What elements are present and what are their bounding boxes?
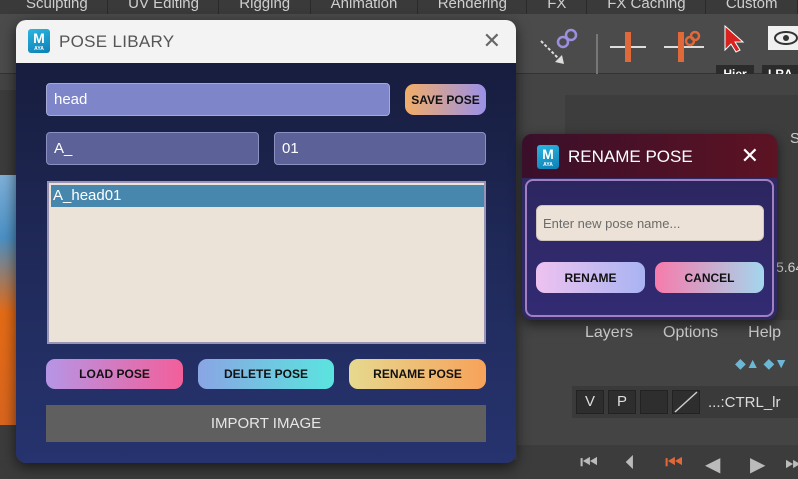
lra-eye-icon[interactable]	[768, 26, 798, 50]
layer-move-arrows-icon[interactable]: ◆▲ ◆▼	[735, 355, 788, 372]
maya-logo-sub: AYA	[34, 46, 44, 52]
rename-pose-dialog: M AYA RENAME POSE ✕ RENAME CANCEL	[522, 134, 777, 320]
layer-color-swatch[interactable]	[640, 390, 668, 414]
layer-playback-toggle[interactable]: P	[608, 390, 636, 414]
import-image-button[interactable]: IMPORT IMAGE	[46, 405, 486, 442]
play-forward-icon[interactable]: ▶	[750, 452, 765, 477]
hierarchy-cursor-icon[interactable]	[722, 24, 748, 54]
layer-menu-options[interactable]: Options	[663, 324, 718, 342]
pose-library-window: M AYA POSE LIBARY ✕ SAVE POSE A_head01 L…	[16, 20, 516, 463]
step-back-key-icon[interactable]: ⏴	[625, 452, 635, 475]
menu-tab-rigging[interactable]: Rigging	[219, 0, 311, 14]
maya-logo-letter: M	[542, 146, 554, 162]
pose-library-title: POSE LIBARY	[59, 32, 175, 51]
pose-list[interactable]: A_head01	[47, 181, 486, 344]
menu-tab-uv-editing[interactable]: UV Editing	[108, 0, 220, 14]
save-pose-button[interactable]: SAVE POSE	[405, 84, 486, 115]
layer-row[interactable]: V P ...:CTRL_lr	[572, 386, 798, 418]
close-icon[interactable]: ✕	[483, 30, 501, 52]
delete-pose-button[interactable]: DELETE POSE	[198, 359, 334, 389]
layer-name: ...:CTRL_lr	[708, 393, 781, 411]
layer-menu-help[interactable]: Help	[748, 324, 781, 342]
pose-prefix-input[interactable]	[46, 132, 259, 165]
channel-box-value: 5.64	[776, 259, 798, 275]
menu-tab-animation[interactable]: Animation	[311, 0, 418, 14]
layer-visibility-toggle[interactable]: V	[576, 390, 604, 414]
menu-tab-fx-caching[interactable]: FX Caching	[587, 0, 706, 14]
layer-menu-layers[interactable]: Layers	[585, 324, 633, 342]
menu-tab-custom[interactable]: Custom	[706, 0, 798, 14]
layer-display-type-icon[interactable]	[672, 390, 700, 414]
channel-box-s-text: S	[790, 130, 798, 147]
rename-dialog-body: RENAME CANCEL	[525, 179, 774, 317]
maya-logo-letter: M	[33, 30, 45, 46]
step-forward-icon[interactable]: ⏭	[785, 452, 798, 475]
menu-tab-rendering[interactable]: Rendering	[418, 0, 528, 14]
maya-menu-tabs: Sculpting UV Editing Rigging Animation R…	[0, 0, 798, 14]
pose-name-input[interactable]	[46, 83, 390, 116]
menu-tab-fx[interactable]: FX	[527, 0, 588, 14]
go-to-start-icon[interactable]: ⏮	[580, 452, 598, 475]
pose-list-item[interactable]: A_head01	[51, 185, 484, 207]
maya-logo-icon: M AYA	[28, 29, 50, 53]
rename-dialog-title: RENAME POSE	[568, 147, 693, 166]
step-back-frame-icon[interactable]: ⏮	[665, 452, 683, 475]
shelf-separator	[596, 34, 598, 78]
maya-logo-icon: M AYA	[537, 145, 559, 169]
link-chain-icon[interactable]	[556, 28, 578, 50]
layer-menu: Layers Options Help	[570, 320, 798, 346]
rename-dialog-titlebar[interactable]: M AYA RENAME POSE ✕	[522, 134, 777, 178]
rename-cancel-button[interactable]: CANCEL	[655, 262, 764, 293]
rename-pose-button[interactable]: RENAME POSE	[349, 359, 486, 389]
close-icon[interactable]: ✕	[741, 145, 759, 167]
pose-library-titlebar[interactable]: M AYA POSE LIBARY ✕	[16, 20, 516, 63]
maya-logo-sub: AYA	[543, 162, 553, 168]
play-backward-icon[interactable]: ◀	[705, 452, 720, 477]
menu-tab-sculpting[interactable]: Sculpting	[0, 0, 109, 14]
joint-bone-icon[interactable]	[610, 30, 646, 64]
rename-confirm-button[interactable]: RENAME	[536, 262, 645, 293]
break-joint-icon[interactable]	[664, 30, 704, 64]
load-pose-button[interactable]: LOAD POSE	[46, 359, 183, 389]
new-pose-name-input[interactable]	[536, 205, 764, 241]
pose-number-input[interactable]	[274, 132, 486, 165]
